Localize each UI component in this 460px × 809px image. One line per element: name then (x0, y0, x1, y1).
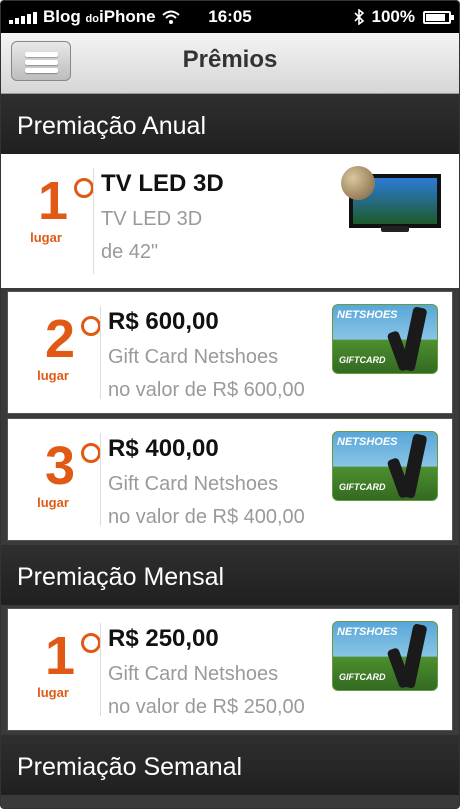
status-bar: Blog doiPhone 16:05 100% (1, 1, 459, 33)
gift-card-label: GIFTCARD (339, 672, 386, 682)
ordinal-degree-icon (81, 443, 102, 463)
gift-card-brand: NETSHOES (337, 626, 398, 638)
place-label: lugar (37, 495, 69, 510)
prize-item-annual-3[interactable]: 3 lugar R$ 400,00 Gift Card Netshoes no … (7, 418, 453, 541)
status-right: 100% (353, 7, 454, 27)
prize-description-line2: de 42" (101, 241, 159, 263)
place-label: lugar (30, 230, 62, 245)
place-number: 1 (37, 171, 69, 231)
prize-description-line1: Gift Card Netshoes (108, 473, 279, 495)
gift-card-image: NETSHOES GIFTCARD (332, 431, 438, 501)
section-header-weekly: Premiação Semanal (1, 735, 459, 795)
gift-card-label: GIFTCARD (339, 355, 386, 365)
tv-image (341, 166, 445, 234)
divider (100, 306, 101, 399)
prize-text: R$ 400,00 Gift Card Netshoes no valor de… (108, 435, 305, 529)
place-number: 3 (44, 436, 76, 496)
gift-card-brand: NETSHOES (337, 309, 398, 321)
prize-description-line1: TV LED 3D (101, 208, 203, 230)
place-number: 2 (44, 309, 76, 369)
gift-card-image: NETSHOES GIFTCARD (332, 304, 438, 374)
navigation-bar: Prêmios (1, 33, 459, 94)
section-header-monthly: Premiação Mensal (1, 545, 459, 605)
page-title: Prêmios (182, 46, 278, 73)
prize-description-line2: no valor de R$ 400,00 (108, 506, 305, 528)
section-header-annual: Premiação Anual (1, 94, 459, 154)
place-badge: 1 lugar (17, 171, 95, 245)
prize-description-line2: no valor de R$ 600,00 (108, 379, 305, 401)
ordinal-degree-icon (81, 633, 102, 653)
prize-title: R$ 250,00 (108, 625, 219, 652)
place-label: lugar (37, 685, 69, 700)
prize-item-annual-1[interactable]: 1 lugar TV LED 3D TV LED 3D de 42" (1, 154, 459, 288)
prize-title: TV LED 3D (101, 170, 224, 197)
prize-title: R$ 400,00 (108, 435, 219, 462)
prize-title: R$ 600,00 (108, 308, 219, 335)
prize-item-annual-2[interactable]: 2 lugar R$ 600,00 Gift Card Netshoes no … (7, 291, 453, 414)
prize-text: TV LED 3D TV LED 3D de 42" (101, 170, 224, 264)
place-number: 1 (44, 626, 76, 686)
divider (100, 433, 101, 526)
divider (100, 623, 101, 716)
place-badge: 3 lugar (24, 436, 102, 510)
bluetooth-icon (353, 9, 364, 25)
prize-text: R$ 600,00 Gift Card Netshoes no valor de… (108, 308, 305, 402)
app-frame: Blog doiPhone 16:05 100% Prêmios Premiaç… (0, 0, 460, 809)
gift-card-brand: NETSHOES (337, 436, 398, 448)
ordinal-degree-icon (74, 178, 95, 198)
prize-description-line2: no valor de R$ 250,00 (108, 696, 305, 718)
divider (93, 168, 94, 274)
gift-card-label: GIFTCARD (339, 482, 386, 492)
ordinal-degree-icon (81, 316, 102, 336)
prize-description-line1: Gift Card Netshoes (108, 346, 279, 368)
place-badge: 2 lugar (24, 309, 102, 383)
gift-card-image: NETSHOES GIFTCARD (332, 621, 438, 691)
place-badge: 1 lugar (24, 626, 102, 700)
place-label: lugar (37, 368, 69, 383)
battery-percent: 100% (371, 7, 415, 26)
battery-icon (423, 10, 454, 24)
prize-item-monthly-1[interactable]: 1 lugar R$ 250,00 Gift Card Netshoes no … (7, 608, 453, 731)
prize-description-line1: Gift Card Netshoes (108, 663, 279, 685)
prize-text: R$ 250,00 Gift Card Netshoes no valor de… (108, 625, 305, 719)
